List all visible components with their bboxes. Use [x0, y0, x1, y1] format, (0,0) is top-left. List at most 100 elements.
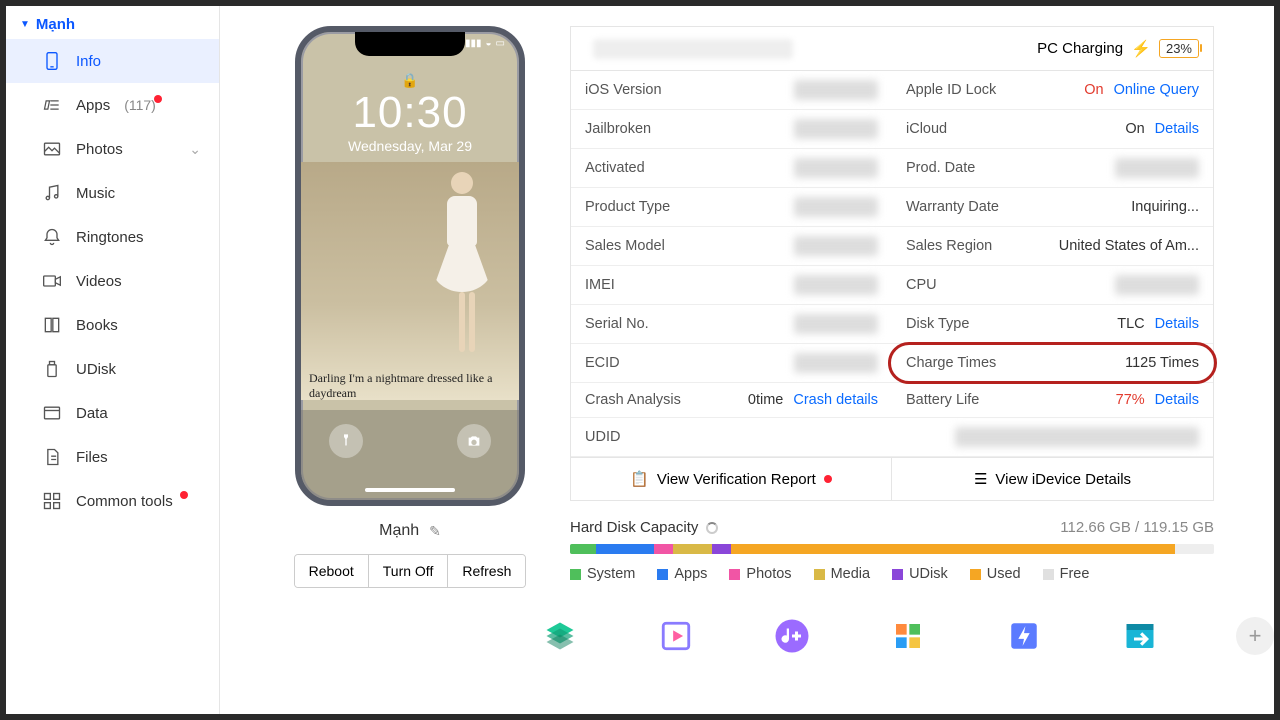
- info-value: Inquiring...: [1131, 199, 1199, 215]
- refresh-button[interactable]: Refresh: [448, 555, 525, 587]
- info-link[interactable]: Crash details: [793, 392, 878, 408]
- info-row-imei: IMEIhidden: [571, 266, 892, 305]
- info-link[interactable]: Details: [1155, 121, 1199, 137]
- blurred-value: hidden: [794, 158, 878, 178]
- info-row-disk-type: Disk TypeTLCDetails: [892, 305, 1213, 344]
- sidebar-item-label: Music: [76, 185, 115, 202]
- notification-dot: [180, 491, 188, 499]
- blurred-value: hidden: [955, 427, 1199, 447]
- turnoff-button[interactable]: Turn Off: [369, 555, 449, 587]
- info-link[interactable]: Details: [1155, 392, 1199, 408]
- sidebar-item-info[interactable]: Info: [6, 39, 219, 83]
- flashlight-icon: [329, 424, 363, 458]
- sidebar-item-data[interactable]: Data: [6, 391, 219, 435]
- phone-notch: [355, 32, 465, 56]
- info-label: Sales Model: [585, 238, 665, 254]
- info-label: Sales Region: [906, 238, 992, 254]
- legend-swatch: [814, 569, 825, 580]
- blurred-value: hidden: [794, 80, 878, 100]
- layers-icon[interactable]: [540, 616, 580, 656]
- music-icon: [42, 183, 62, 203]
- udisk-icon: [42, 359, 62, 379]
- info-link[interactable]: Details: [1155, 316, 1199, 332]
- blurred-value: hidden: [794, 236, 878, 256]
- data-icon: [42, 403, 62, 423]
- info-value: hidden: [794, 197, 878, 217]
- sidebar-item-photos[interactable]: Photos⌄: [6, 127, 219, 171]
- info-row-sales-region: Sales RegionUnited States of Am...: [892, 227, 1213, 266]
- blurred-value: hidden: [794, 353, 878, 373]
- info-row-prod-date: Prod. Datehidden: [892, 149, 1213, 188]
- flash-icon[interactable]: [1004, 616, 1044, 656]
- reboot-button[interactable]: Reboot: [295, 555, 369, 587]
- info-label: CPU: [906, 277, 937, 293]
- sidebar-item-ringtones[interactable]: Ringtones: [6, 215, 219, 259]
- add-tool-button[interactable]: +: [1236, 617, 1274, 655]
- files-icon: [42, 447, 62, 467]
- lockscreen-time: 10:30: [301, 88, 519, 138]
- sidebar-item-label: Data: [76, 405, 108, 422]
- sidebar-item-label: Ringtones: [76, 229, 144, 246]
- sidebar-item-count: (117): [124, 97, 156, 113]
- device-name-label: Mạnh: [379, 522, 419, 540]
- info-value: 1125 Times: [1125, 355, 1199, 371]
- info-label: IMEI: [585, 277, 615, 293]
- disk-segment: [570, 544, 596, 554]
- apps-icon: [42, 95, 62, 115]
- common tools-icon: [42, 491, 62, 511]
- phone-statusbar: ▮▮▮ ◒ ▭: [465, 38, 505, 49]
- info-link[interactable]: Online Query: [1114, 82, 1199, 98]
- music-plus-icon[interactable]: [772, 616, 812, 656]
- sidebar-item-udisk[interactable]: UDisk: [6, 347, 219, 391]
- info-label: Battery Life: [906, 392, 979, 408]
- info-value: hidden: [1115, 158, 1199, 178]
- info-value: hidden: [794, 314, 878, 334]
- device-header[interactable]: ▼ Mạnh: [6, 12, 219, 39]
- device-model-blurred: [593, 39, 793, 59]
- info-label: Crash Analysis: [585, 392, 681, 408]
- legend-item-used: Used: [970, 566, 1021, 582]
- sidebar-item-label: Photos: [76, 141, 123, 158]
- sidebar-item-music[interactable]: Music: [6, 171, 219, 215]
- bottom-toolbar: +: [220, 588, 1274, 668]
- info-value: hidden: [794, 80, 878, 100]
- sidebar-item-common-tools[interactable]: Common tools: [6, 479, 219, 523]
- disk-segment: [673, 544, 712, 554]
- info-row-warranty-date: Warranty DateInquiring...: [892, 188, 1213, 227]
- sidebar-item-label: Files: [76, 449, 108, 466]
- loading-spinner-icon: [706, 522, 718, 534]
- disk-usage-bar: [570, 544, 1214, 554]
- sidebar-item-label: UDisk: [76, 361, 116, 378]
- view-idevice-details-button[interactable]: ☰ View iDevice Details: [892, 457, 1213, 500]
- info-row-crash-analysis: Crash Analysis 0time Crash details: [571, 383, 892, 418]
- info-label: ECID: [585, 355, 620, 371]
- info-value: hidden: [794, 119, 878, 139]
- sidebar-item-apps[interactable]: Apps (117): [6, 83, 219, 127]
- lockscreen-date: Wednesday, Mar 29: [301, 138, 519, 154]
- info-text: On: [1125, 121, 1144, 137]
- info-label: Charge Times: [906, 355, 996, 371]
- info-row-sales-model: Sales Model hidden: [571, 227, 892, 266]
- sidebar-item-label: Books: [76, 317, 118, 334]
- view-verification-report-button[interactable]: 📋 View Verification Report: [571, 457, 892, 500]
- sidebar-item-books[interactable]: Books: [6, 303, 219, 347]
- edit-name-icon[interactable]: ✎: [429, 523, 441, 540]
- notification-dot: [824, 475, 832, 483]
- camera-icon: [457, 424, 491, 458]
- sidebar-item-videos[interactable]: Videos: [6, 259, 219, 303]
- info-row-ecid: ECID hidden: [571, 344, 892, 383]
- window-arrow-icon[interactable]: [1120, 616, 1160, 656]
- legend-swatch: [657, 569, 668, 580]
- device-name-row: Mạnh ✎: [379, 522, 441, 540]
- info-label: Apple ID Lock: [906, 82, 996, 98]
- info-row-activated: Activated hidden: [571, 149, 892, 188]
- sidebar-item-files[interactable]: Files: [6, 435, 219, 479]
- info-value: OnOnline Query: [1084, 82, 1199, 98]
- windows-icon[interactable]: [888, 616, 928, 656]
- disk-segment: [712, 544, 731, 554]
- legend-label: Media: [831, 566, 871, 582]
- info-label: Activated: [585, 160, 645, 176]
- disk-capacity: 112.66 GB / 119.15 GB: [1060, 519, 1214, 536]
- player-icon[interactable]: [656, 616, 696, 656]
- info-text: 0time: [748, 392, 783, 408]
